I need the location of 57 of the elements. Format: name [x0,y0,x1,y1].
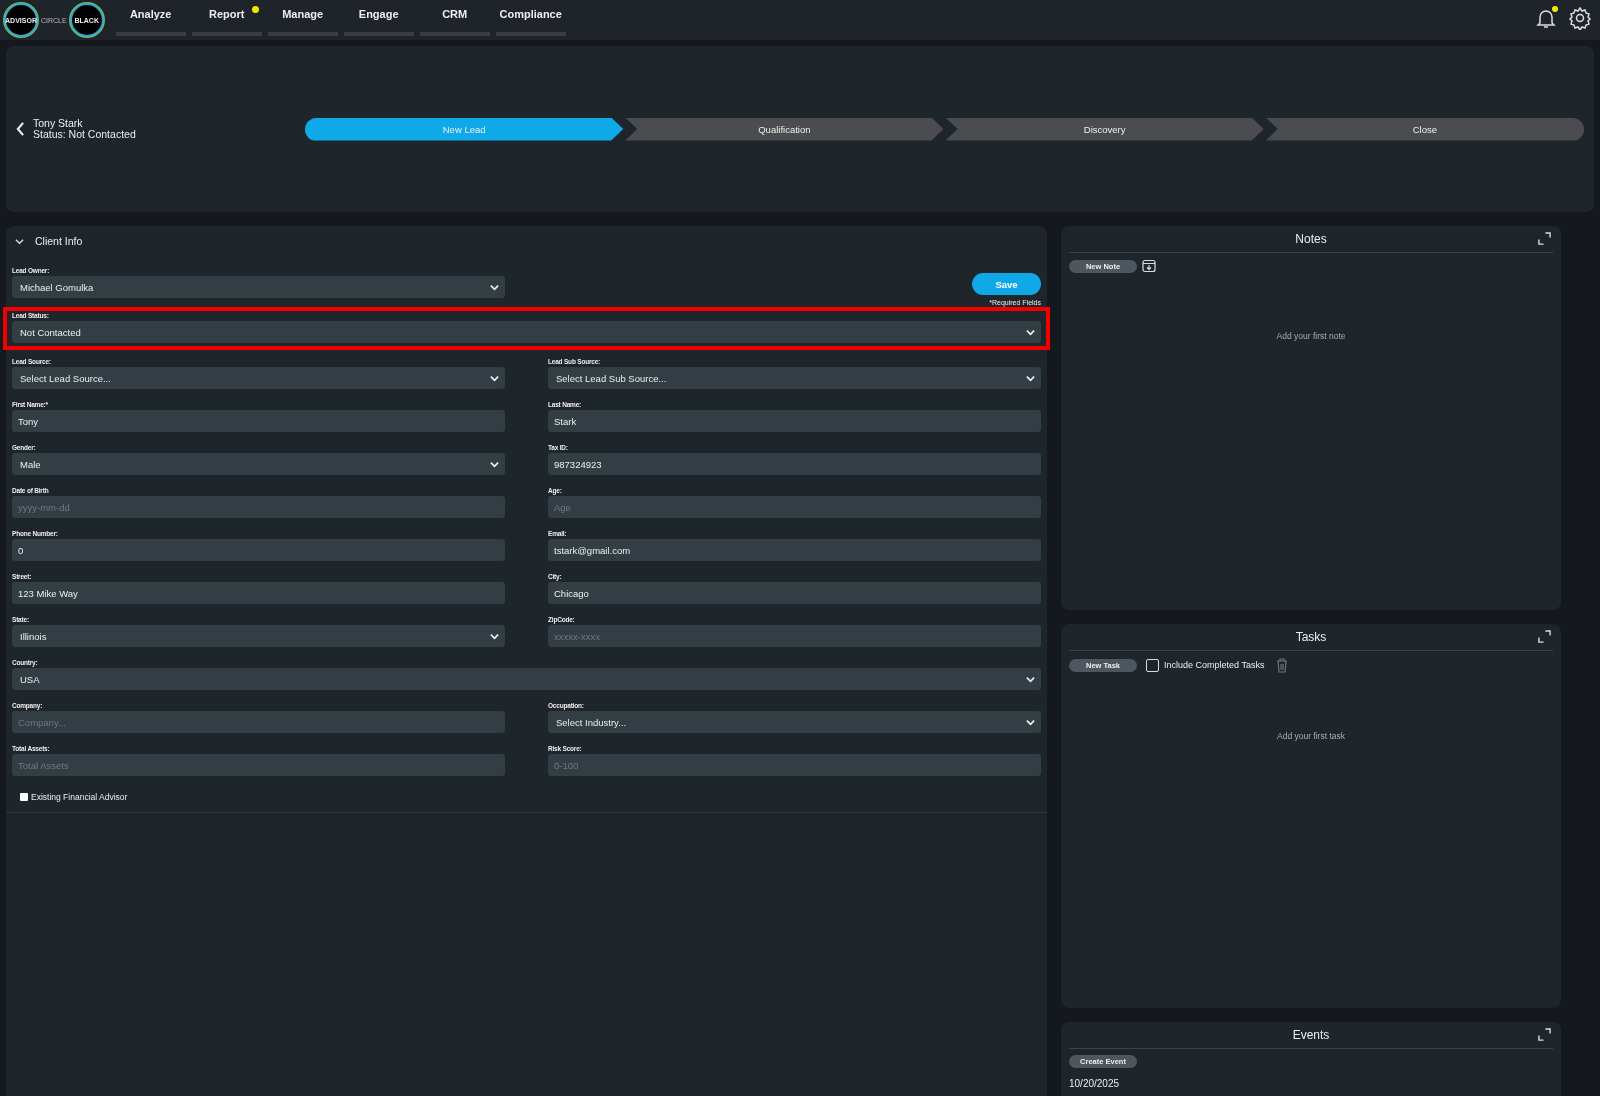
chevron-down-icon [490,459,499,469]
nav-tab[interactable]: Report [191,0,262,36]
expand-icon[interactable] [1538,630,1551,643]
expand-icon[interactable] [1538,1028,1551,1041]
trash-icon[interactable] [1275,657,1290,673]
dropdown[interactable]: Male [12,453,505,475]
stage-step[interactable]: Discovery [945,117,1264,141]
nav-tab[interactable]: Engage [343,0,414,36]
stage-step[interactable]: Close [1265,117,1584,141]
chevron-down-icon [1026,674,1035,684]
input-field[interactable]: xxxxx-xxxx [548,625,1041,647]
nav-tab[interactable]: Manage [267,0,338,36]
input-field[interactable]: tstark@gmail.com [548,539,1041,561]
input-field[interactable]: 0-100 [548,754,1041,776]
chevron-icon[interactable] [15,236,24,246]
chevron-down-icon [1026,327,1035,337]
section-title: Client Info [35,235,83,247]
chevron-down-icon [1026,717,1035,727]
panel-title: Notes [1295,232,1327,246]
checkbox-label[interactable]: Include Completed Tasks [1164,660,1265,670]
dropdown[interactable]: Select Lead Sub Source... [548,367,1041,389]
input-field[interactable]: Chicago [548,582,1041,604]
panel-title: Events [1292,1028,1330,1042]
panel-title: Tasks [1295,630,1327,644]
empty-message: Add your first note [1275,331,1347,341]
lead-name: Tony Stark [33,118,83,129]
lead-status: Status: Not Contacted [33,129,136,140]
dropdown[interactable]: Select Lead Source... [12,367,505,389]
input-field[interactable]: 0 [12,539,505,561]
expand-icon[interactable] [1538,232,1551,245]
checkbox-label[interactable]: Existing Financial Advisor [20,792,1041,802]
empty-message: Add your first task [1276,731,1346,741]
input-field[interactable]: 987324923 [548,453,1041,475]
nav-tab[interactable]: Compliance [495,0,566,36]
dropdown[interactable]: Not Contacted [12,321,1041,343]
input-field[interactable]: Company... [12,711,505,733]
event-date: 10/20/2025 [1069,1078,1121,1089]
stage-step[interactable]: Qualification [625,117,944,141]
download-icon[interactable] [1142,259,1156,273]
nav-tab[interactable]: Analyze [115,0,186,36]
checkbox[interactable] [1146,658,1159,672]
input-field[interactable]: yyyy-mm-dd [12,496,505,518]
input-field[interactable]: Stark [548,410,1041,432]
dropdown[interactable]: Illinois [12,625,505,647]
input-field[interactable]: 123 Mike Way [12,582,505,604]
nav-tab[interactable]: CRM [419,0,490,36]
chevron-down-icon [1026,373,1035,383]
back-icon[interactable] [16,122,25,136]
input-field[interactable]: Tony [12,410,505,432]
chevron-down-icon [490,373,499,383]
dropdown[interactable]: Michael Gomulka [12,276,505,298]
chevron-down-icon [490,282,499,292]
checkbox[interactable] [20,793,28,801]
chevron-down-icon [490,631,499,641]
dropdown[interactable]: Select Industry... [548,711,1041,733]
dropdown[interactable]: USA [12,668,1041,690]
settings-icon[interactable] [1568,6,1592,30]
